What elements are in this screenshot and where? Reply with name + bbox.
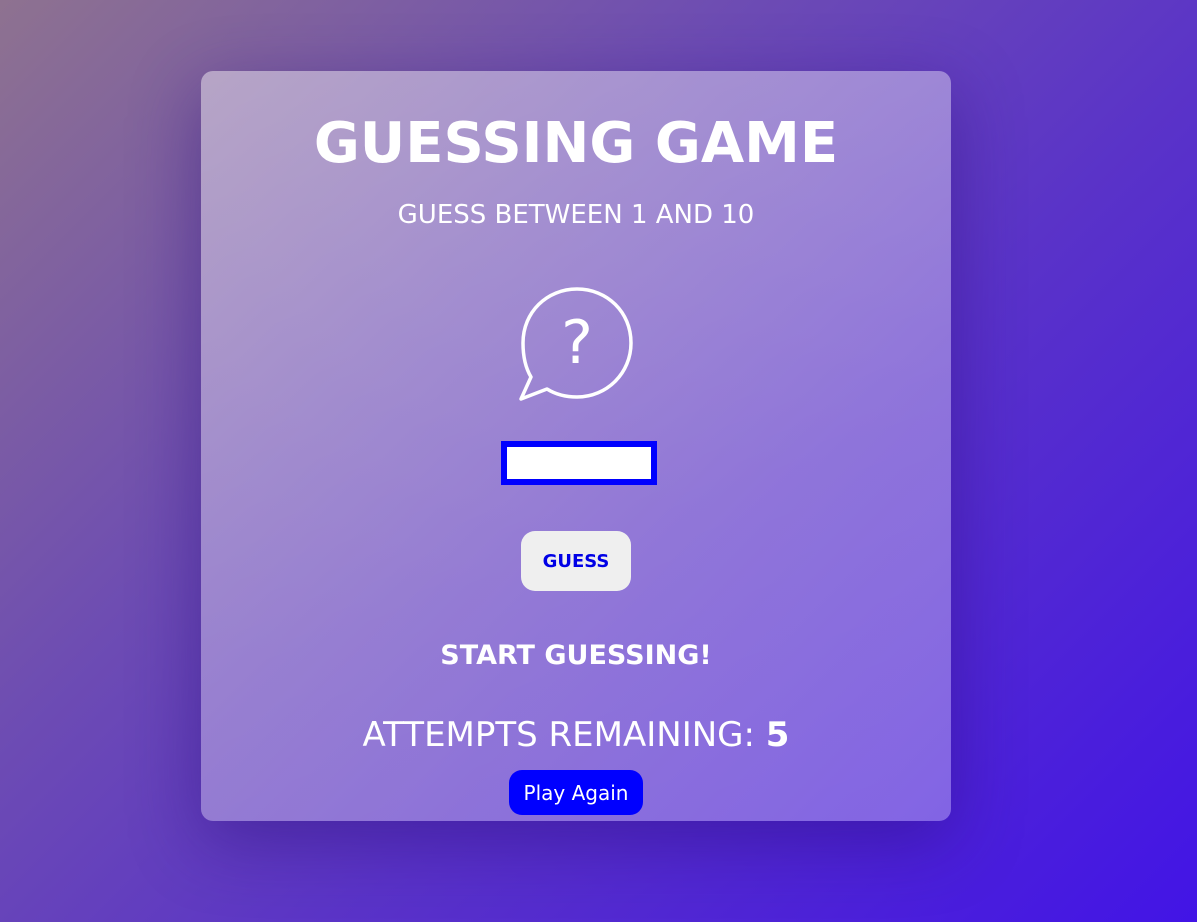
- attempts-count: 5: [765, 715, 790, 755]
- game-title: GUESSING GAME: [313, 111, 839, 176]
- question-bubble-icon: ?: [519, 287, 633, 401]
- question-mark-glyph: ?: [561, 308, 593, 378]
- game-card: GUESSING GAME GUESS BETWEEN 1 AND 10 ? G…: [201, 71, 951, 821]
- guess-button[interactable]: GUESS: [521, 531, 631, 591]
- game-subtitle: GUESS BETWEEN 1 AND 10: [397, 200, 755, 230]
- attempts-remaining: ATTEMPTS REMAINING: 5: [201, 713, 951, 757]
- status-message: START GUESSING!: [440, 640, 712, 671]
- attempts-label: ATTEMPTS REMAINING:: [362, 715, 766, 755]
- guess-input[interactable]: [501, 441, 657, 485]
- play-again-button[interactable]: Play Again: [509, 770, 643, 815]
